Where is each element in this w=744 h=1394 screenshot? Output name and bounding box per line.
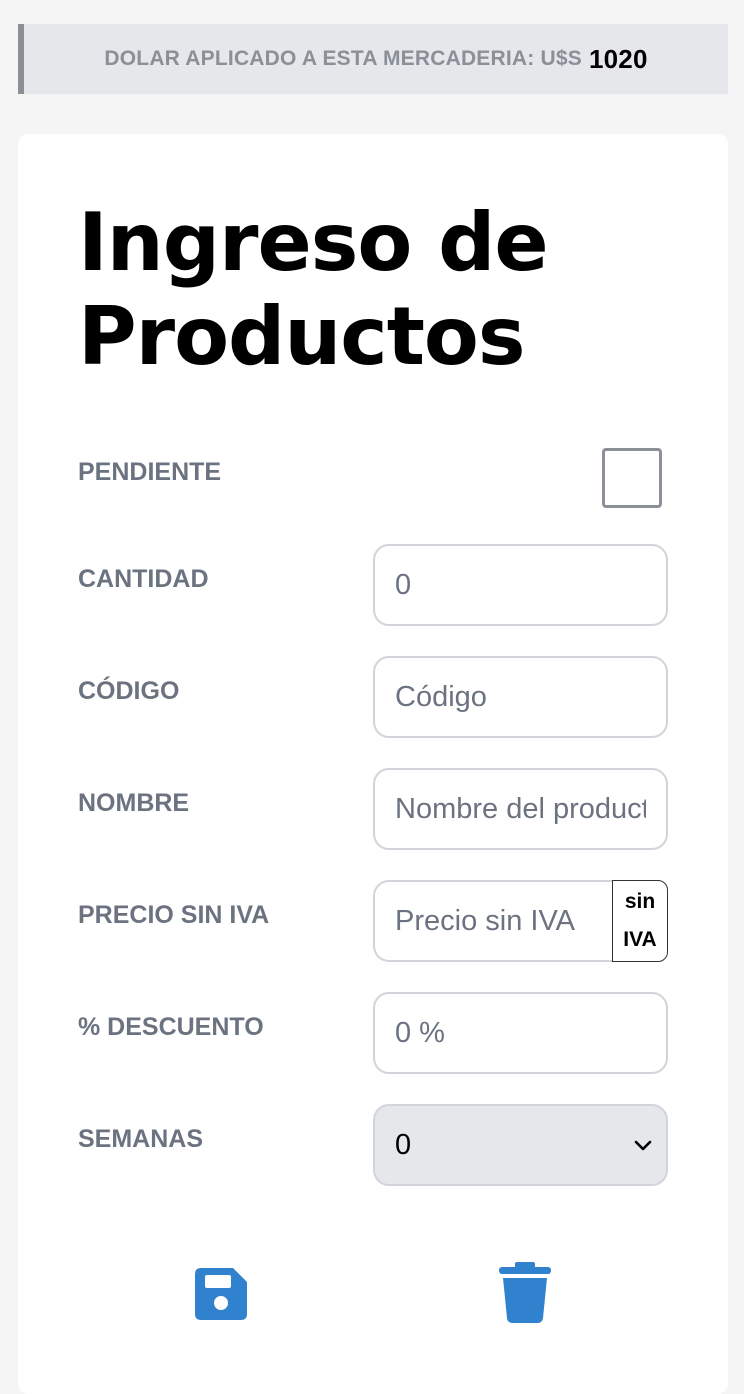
precio-label: PRECIO SIN IVA [78,901,270,929]
descuento-label: % DESCUENTO [78,1013,264,1041]
semanas-value: 0 [395,1128,412,1161]
save-button[interactable] [193,1266,249,1327]
trash-icon [499,1262,551,1323]
dollar-rate-label: DOLAR APLICADO A ESTA MERCADERIA: U$S [104,47,582,70]
page-title: Ingreso de Productos [78,196,549,383]
cantidad-input[interactable] [373,544,668,626]
cantidad-label: CANTIDAD [78,565,209,593]
codigo-input[interactable] [373,656,668,738]
semanas-label: SEMANAS [78,1125,204,1153]
precio-input[interactable] [373,880,614,962]
nombre-label: NOMBRE [78,789,190,817]
nombre-input[interactable] [373,768,668,850]
delete-button[interactable] [497,1262,553,1329]
pendiente-label: PENDIENTE [78,458,222,486]
descuento-input[interactable] [373,992,668,1074]
semanas-select[interactable]: 0 [373,1104,668,1186]
sin-iva-suffix: sin IVA [612,880,668,962]
pendiente-checkbox[interactable] [602,448,662,508]
dollar-rate-amount: 1020 [588,43,648,74]
codigo-label: CÓDIGO [78,677,180,705]
floppy-disk-icon [195,1268,247,1320]
dollar-rate-banner: DOLAR APLICADO A ESTA MERCADERIA: U$S 10… [18,24,728,94]
sin-iva-suffix-label: sin IVA [623,890,657,951]
chevron-down-icon [634,1140,652,1151]
